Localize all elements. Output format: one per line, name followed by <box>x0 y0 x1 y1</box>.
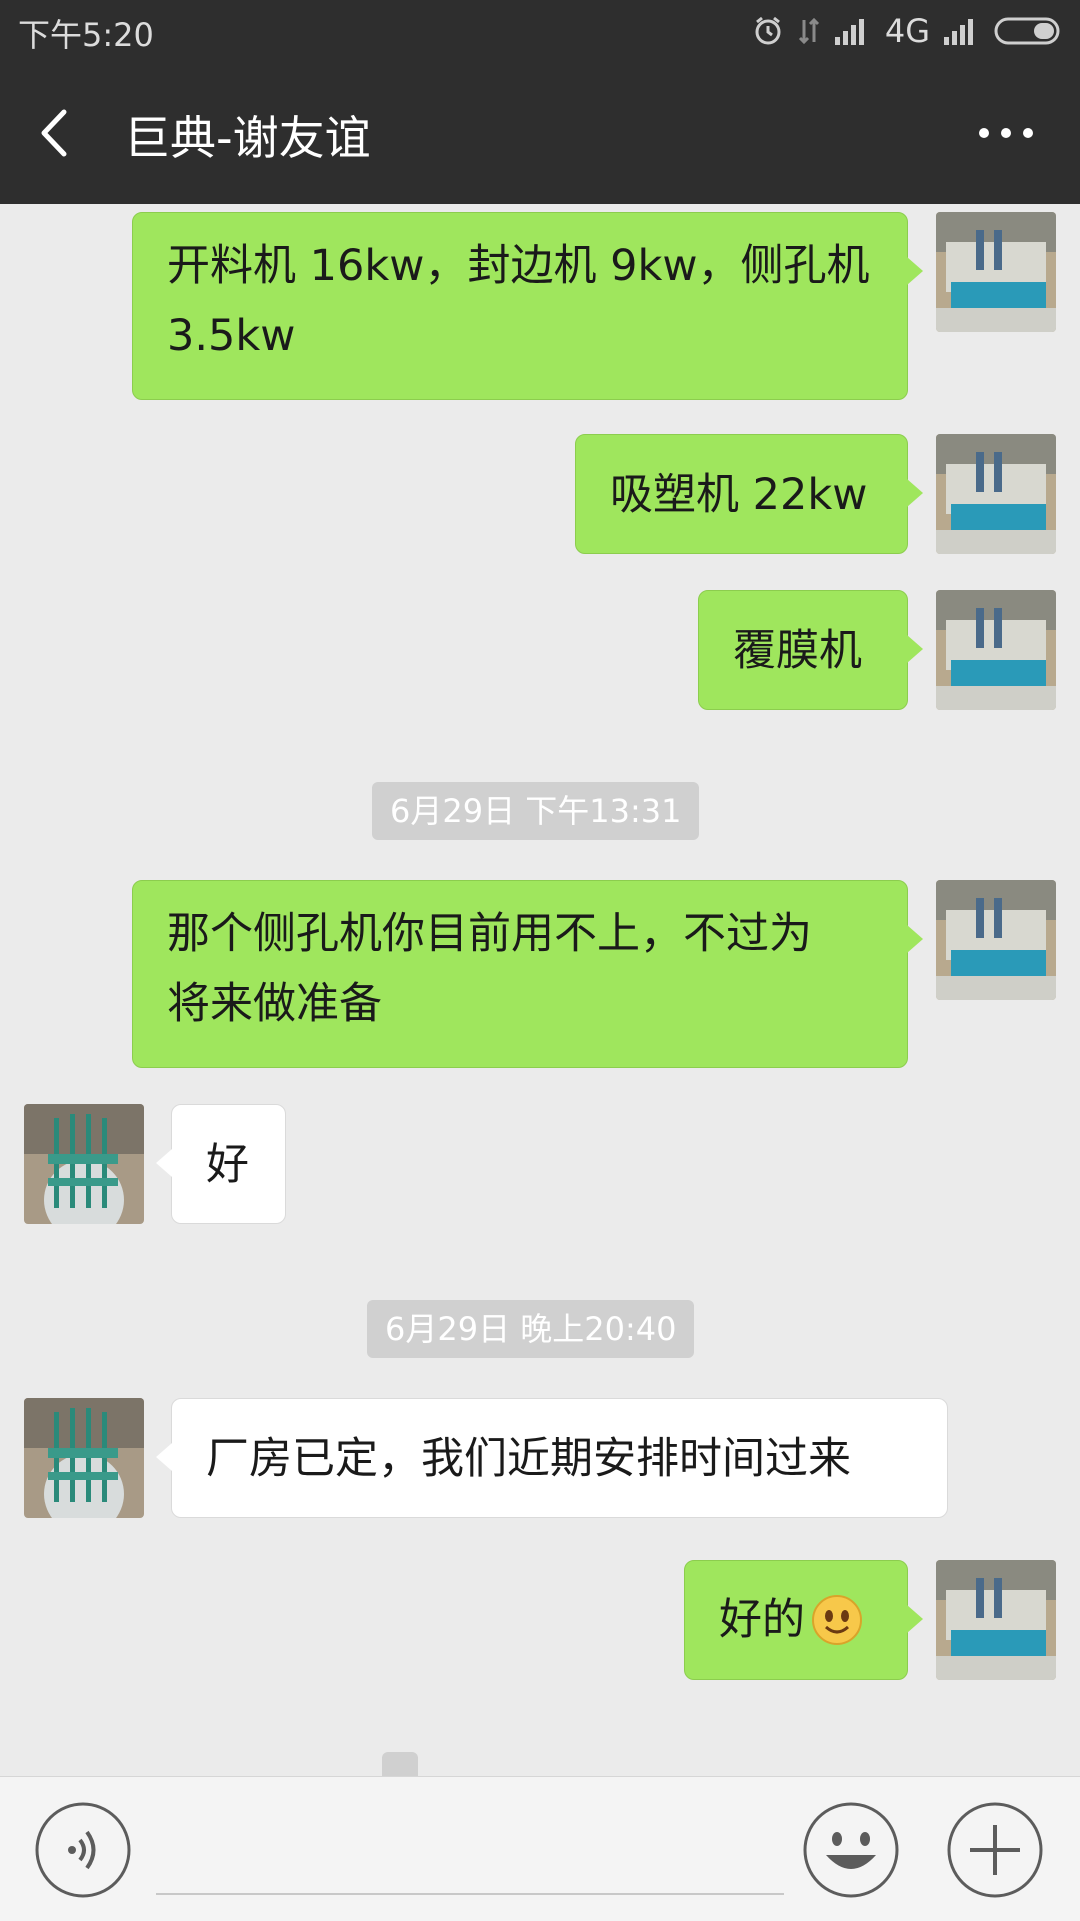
timestamp-divider: 6月29日 晚上20:40 <box>367 1300 695 1358</box>
message-text: 好 <box>206 1140 249 1190</box>
message-text: 好的 <box>719 1595 805 1645</box>
message-input[interactable] <box>156 1797 784 1895</box>
message-bubble-sent[interactable]: 吸塑机 22kw <box>575 434 923 554</box>
back-button[interactable] <box>30 102 90 164</box>
status-time: 下午5:20 <box>18 16 154 54</box>
message-bubble-sent[interactable]: 那个侧孔机你目前用不上，不过为 将来做准备 <box>132 880 923 1068</box>
my-avatar[interactable] <box>936 212 1056 332</box>
message-text: 覆膜机 <box>733 626 862 676</box>
contact-avatar[interactable] <box>24 1104 144 1224</box>
message-bubble-received[interactable]: 厂房已定，我们近期安排时间过来 <box>156 1398 948 1518</box>
more-functions-button[interactable] <box>946 1801 1044 1899</box>
message-text: 厂房已定，我们近期安排时间过来 <box>206 1434 851 1484</box>
my-avatar[interactable] <box>936 880 1056 1000</box>
my-avatar[interactable] <box>936 590 1056 710</box>
input-bar <box>0 1776 1080 1921</box>
signal-icon <box>834 17 871 45</box>
signal-icon-2 <box>944 17 980 45</box>
message-line: 那个侧孔机你目前用不上，不过为 <box>167 909 812 959</box>
chat-title: 巨典-谢友谊 <box>124 111 371 165</box>
chat-header: 巨典-谢友谊 <box>0 62 1080 204</box>
status-icons: 4G <box>753 10 1066 52</box>
chat-message-list[interactable]: 开料机 16kw，封边机 9kw，侧孔机 3.5kw 吸塑机 22kw 覆膜机 … <box>0 204 1080 1776</box>
data-transfer-icon <box>797 16 821 46</box>
more-options-button[interactable] <box>964 102 1050 164</box>
voice-input-button[interactable] <box>34 1801 132 1899</box>
message-line: 开料机 16kw，封边机 9kw，侧孔机 <box>167 241 870 291</box>
my-avatar[interactable] <box>936 1560 1056 1680</box>
message-text: 吸塑机 22kw <box>610 470 868 520</box>
status-bar: 下午5:20 4G <box>0 0 1080 62</box>
message-bubble-received[interactable]: 好 <box>156 1104 286 1224</box>
emoji-button[interactable] <box>802 1801 900 1899</box>
message-bubble-sent[interactable]: 开料机 16kw，封边机 9kw，侧孔机 3.5kw <box>132 212 923 400</box>
message-bubble-sent[interactable]: 覆膜机 <box>698 590 923 710</box>
message-bubble-sent[interactable]: 好的 <box>684 1560 923 1680</box>
network-type-label: 4G <box>884 12 930 50</box>
battery-icon <box>994 16 1066 46</box>
contact-avatar[interactable] <box>24 1398 144 1518</box>
message-line: 3.5kw <box>167 311 296 361</box>
timestamp-divider-partial <box>382 1752 418 1776</box>
my-avatar[interactable] <box>936 434 1056 554</box>
smiley-emoji-icon <box>811 1594 863 1646</box>
timestamp-divider: 6月29日 下午13:31 <box>372 782 700 840</box>
alarm-icon <box>753 16 783 46</box>
message-line: 将来做准备 <box>167 979 382 1029</box>
